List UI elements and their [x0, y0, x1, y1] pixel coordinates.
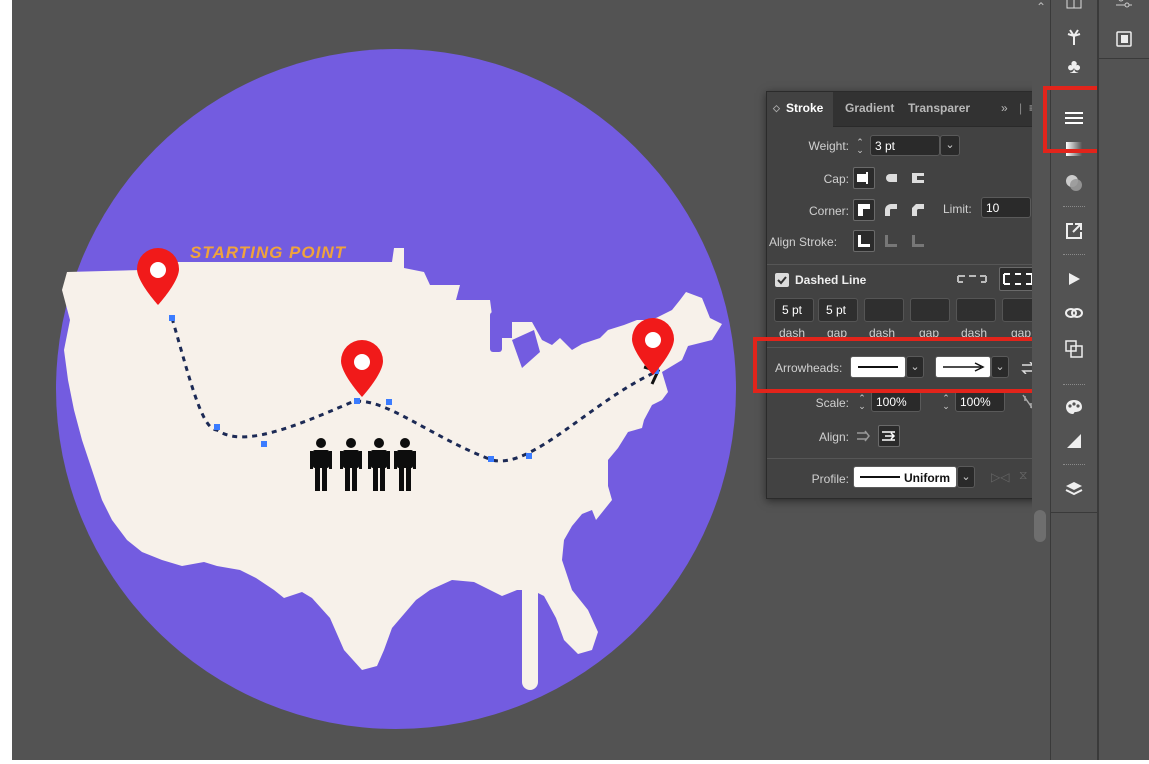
symbols-icon[interactable] [1059, 0, 1089, 18]
round-cap-icon[interactable] [880, 167, 902, 189]
align-center-icon[interactable] [853, 230, 875, 252]
properties-icon[interactable] [1109, 0, 1139, 18]
align-label: Align: [818, 430, 849, 444]
weight-label: Weight: [808, 139, 849, 153]
miter-join-icon[interactable] [853, 199, 875, 221]
gap-2-field[interactable] [910, 298, 950, 322]
weight-dropdown[interactable]: ⌄ [940, 135, 960, 156]
scale-end-field[interactable]: 100% [955, 391, 1005, 412]
limit-label: Limit: [943, 202, 972, 216]
tab-gradient[interactable]: Gradient [845, 101, 894, 115]
flip-along-icon[interactable]: ▷◁ [991, 470, 1009, 484]
appearance-icon[interactable] [1059, 426, 1089, 456]
align-stroke-label: Align Stroke: [769, 235, 838, 249]
actions-icon[interactable] [1059, 264, 1089, 294]
dash-2-field[interactable] [864, 298, 904, 322]
arrow-extend-icon[interactable] [853, 425, 875, 447]
weight-stepper[interactable]: ⌃ ⌄ [853, 138, 867, 155]
round-join-icon[interactable] [880, 199, 902, 221]
clubs-icon[interactable]: ♣ [1059, 52, 1089, 82]
cap-label: Cap: [823, 172, 849, 186]
stroke-icon-highlight [1043, 86, 1105, 153]
collapse-icon[interactable]: ◇ [773, 103, 780, 114]
align-outside-icon[interactable] [907, 230, 929, 252]
gap-1-field[interactable]: 5 pt [818, 298, 858, 322]
bevel-join-icon[interactable] [907, 199, 929, 221]
scroll-up-icon[interactable]: ⌃ [1036, 0, 1046, 14]
more-tabs-icon[interactable]: » [1001, 101, 1008, 115]
export-icon[interactable] [1059, 216, 1089, 246]
corner-label: Corner: [808, 204, 849, 218]
brushes-icon[interactable] [1059, 22, 1089, 52]
tab-stroke[interactable]: Stroke [786, 101, 823, 115]
weight-field[interactable]: 3 pt [870, 135, 940, 156]
profile-dropdown[interactable]: Uniform [853, 466, 957, 488]
tab-transparency[interactable]: Transparer [908, 101, 970, 115]
dash-3-field[interactable] [956, 298, 996, 322]
preserve-dash-icon[interactable] [955, 268, 989, 290]
scale-end-stepper[interactable]: ⌃ ⌄ [939, 394, 953, 411]
dash-1-field[interactable]: 5 pt [774, 298, 814, 322]
panel-tab-bar: ◇ Stroke Gradient Transparer » | ≡ [767, 92, 1045, 127]
profile-label: Profile: [811, 472, 849, 486]
layers-icon[interactable] [1059, 474, 1089, 504]
dashed-line-checkbox[interactable] [775, 273, 789, 287]
align-inside-icon[interactable] [880, 230, 902, 252]
scroll-thumb[interactable] [1034, 510, 1046, 542]
starting-point-label: STARTING POINT [190, 243, 347, 262]
projecting-cap-icon[interactable] [907, 167, 929, 189]
profile-chevron-icon[interactable]: ⌄ [957, 466, 975, 488]
stroke-panel: ◇ Stroke Gradient Transparer » | ≡ Weigh… [766, 91, 1046, 499]
transparency-icon[interactable] [1059, 168, 1089, 198]
scale-start-stepper[interactable]: ⌃ ⌄ [855, 394, 869, 411]
arrowheads-highlight [753, 337, 1047, 393]
color-guide-icon[interactable] [1059, 392, 1089, 422]
butt-cap-icon[interactable] [853, 167, 875, 189]
dashed-line-label: Dashed Line [795, 273, 867, 287]
flip-across-icon[interactable]: ⧖ [1019, 468, 1027, 483]
secondary-dock [1097, 0, 1149, 764]
limit-field[interactable]: 10 [981, 197, 1031, 218]
libraries-icon[interactable] [1109, 24, 1139, 54]
links-icon[interactable] [1059, 298, 1089, 328]
pathfinder-icon[interactable] [1059, 334, 1089, 364]
scale-label: Scale: [815, 396, 849, 410]
arrow-place-icon[interactable] [878, 425, 900, 447]
scale-start-field[interactable]: 100% [871, 391, 921, 412]
